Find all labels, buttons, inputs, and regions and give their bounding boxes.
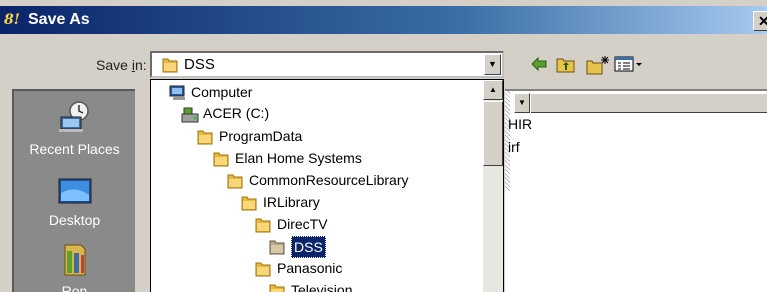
tree-scrollbar[interactable]: ▲	[483, 80, 503, 292]
place-label: Desktop	[48, 212, 101, 228]
up-folder-button[interactable]	[556, 55, 576, 75]
save-in-combobox[interactable]: DSS ▼	[150, 51, 504, 78]
tree-item-label: ProgramData	[219, 128, 303, 144]
new-folder-icon	[586, 56, 609, 75]
folder-icon	[227, 174, 243, 189]
folder-icon	[269, 284, 285, 292]
back-button[interactable]	[530, 55, 548, 75]
recent-places-icon	[59, 101, 89, 132]
places-bar: Recent Places Desktop Ron	[12, 89, 135, 292]
folder-icon	[241, 196, 257, 211]
tree-item-label: Computer	[191, 84, 253, 100]
file-item[interactable]: HIR	[508, 116, 532, 132]
folder-icon	[213, 152, 229, 167]
close-button[interactable]: ✕	[753, 11, 767, 31]
folder-icon	[255, 262, 271, 277]
tree-item-label: CommonResourceLibrary	[249, 172, 409, 188]
save-in-label: Save in:	[96, 57, 147, 73]
tree-item-label: DSS	[291, 236, 326, 258]
tree-item-label: DirecTV	[277, 216, 328, 232]
save-as-dialog: 8! Save As ✕ Save in: DSS ▼ Recent Place…	[0, 0, 767, 292]
drive-icon	[181, 107, 199, 123]
save-in-dropdown-list[interactable]: Computer ACER (C:) ProgramData Elan Home…	[150, 79, 504, 292]
views-menu-icon	[614, 56, 642, 72]
chevron-down-icon[interactable]: ▼	[484, 54, 501, 75]
app-icon: 8!	[4, 12, 20, 28]
save-in-value: DSS	[184, 56, 215, 73]
tree-item-label: Panasonic	[277, 260, 343, 276]
arrow-left-icon	[531, 56, 547, 72]
up-folder-icon	[556, 58, 575, 73]
tree-item-label: IRLibrary	[263, 194, 320, 210]
scroll-up-icon[interactable]: ▲	[483, 80, 503, 100]
place-label: Recent Places	[29, 141, 120, 157]
new-folder-button[interactable]	[586, 55, 610, 75]
column-header-bar[interactable]	[531, 93, 767, 113]
tree-item-label: ACER (C:)	[203, 105, 270, 121]
file-list[interactable]: ▼ HIR irf	[505, 89, 767, 292]
folder-open-icon	[269, 240, 285, 255]
user-library-icon	[64, 244, 86, 276]
folder-icon	[197, 130, 213, 145]
computer-icon	[169, 85, 185, 100]
file-item[interactable]: irf	[508, 139, 520, 155]
tree-item-label: Elan Home Systems	[235, 150, 362, 166]
tree-item-label: Television	[291, 282, 353, 292]
title-bar[interactable]: 8! Save As ✕	[0, 6, 767, 34]
desktop-icon	[58, 178, 92, 207]
window-title: Save As	[28, 11, 90, 28]
folder-icon	[162, 58, 178, 73]
place-label: Ron	[61, 283, 88, 292]
column-header-dropdown[interactable]: ▼	[514, 93, 530, 113]
folder-icon	[255, 218, 271, 233]
scroll-thumb[interactable]	[483, 101, 503, 166]
views-menu-button[interactable]	[614, 55, 644, 75]
